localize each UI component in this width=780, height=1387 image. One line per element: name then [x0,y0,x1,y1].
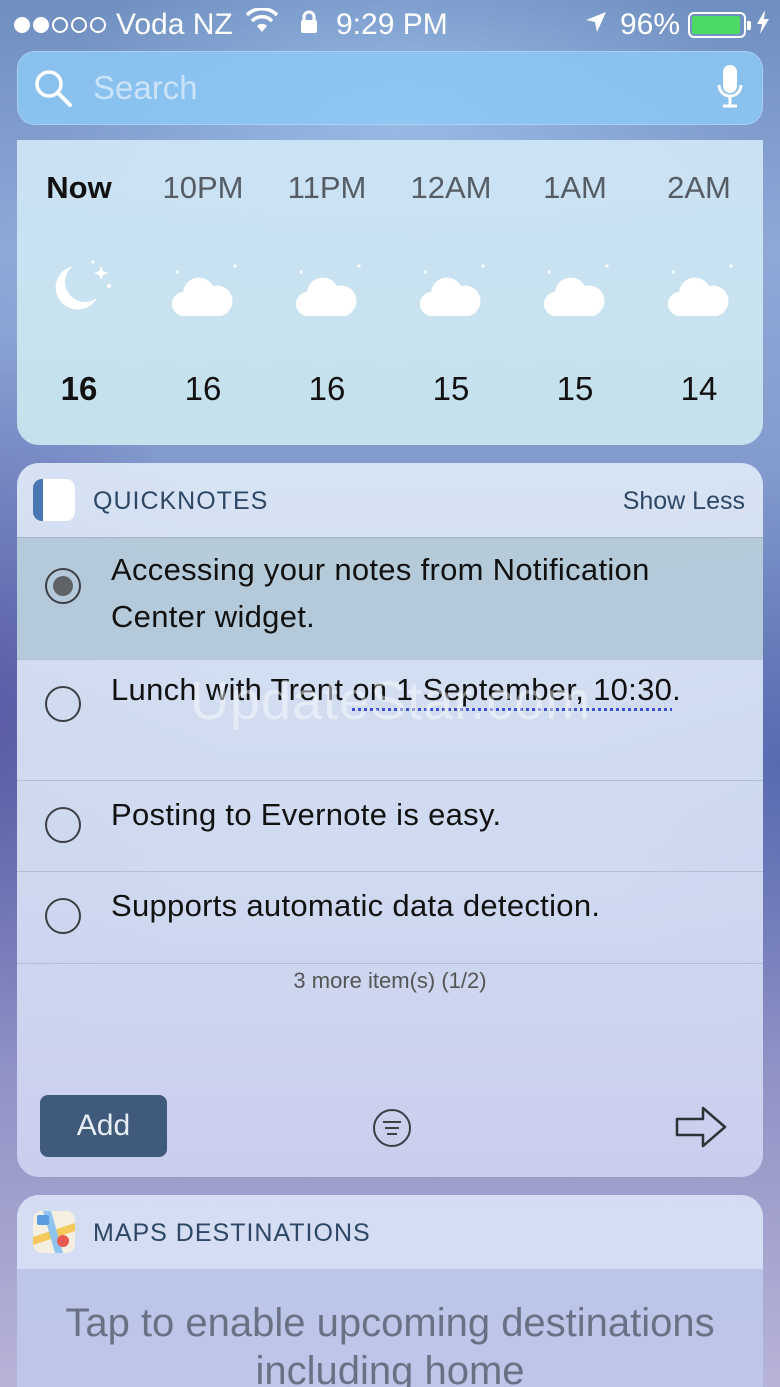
signal-strength-dots [14,17,106,33]
weather-hourly-widget[interactable]: Now 16 10PM 16 11PM 16 12AM 15 1AM 15 2A… [17,140,763,445]
quicknotes-title: QUICKNOTES [93,487,269,515]
lock-icon [300,8,318,42]
battery-icon [688,12,751,38]
maps-title: MAPS DESTINATIONS [93,1219,371,1247]
cloud-moon-icon [659,258,739,318]
charging-bolt-icon [756,8,770,42]
quicknotes-header: QUICKNOTES Show Less [17,463,763,537]
weather-hour-label: 12AM [410,170,492,205]
note-item[interactable]: Accessing your notes from Notification C… [17,537,763,659]
weather-hour-label: Now [46,170,112,205]
status-bar-left: Voda NZ [14,7,279,42]
weather-temperature: 15 [432,370,470,407]
quicknotes-widget: QUICKNOTES Show Less Accessing your note… [17,463,763,1177]
cloud-moon-icon [163,258,243,318]
note-radio[interactable] [45,686,81,722]
note-item[interactable]: Lunch with Trent on 1 September, 10:30. [17,659,763,780]
cloud-moon-icon [411,258,491,318]
location-arrow-icon [584,8,608,42]
maps-body[interactable]: Tap to enable upcoming destinations incl… [17,1269,763,1387]
search-icon [33,68,73,113]
battery-tip [747,21,751,30]
wifi-icon [245,7,279,42]
weather-hour-label: 2AM [667,170,731,205]
cloud-moon-icon [535,258,615,318]
weather-temperature: 16 [308,370,346,407]
list-menu-icon[interactable] [372,1108,412,1153]
note-item[interactable]: Supports automatic data detection. [17,871,763,963]
add-note-button[interactable]: Add [40,1095,167,1157]
search-input[interactable] [93,65,693,111]
weather-hour-label: 1AM [543,170,607,205]
note-radio-selected[interactable] [45,568,81,604]
weather-temperature: 16 [60,370,98,407]
weather-temperature: 14 [680,370,718,407]
more-items-indicator[interactable]: 3 more item(s) (1/2) [17,963,763,994]
weather-temperature: 16 [184,370,222,407]
microphone-icon[interactable] [717,65,743,116]
battery-level [692,16,740,34]
note-text: Accessing your notes from Notification C… [111,552,650,634]
signal-dot [14,17,30,33]
maps-header: MAPS DESTINATIONS [17,1195,763,1269]
note-text: Posting to Evernote is easy. [111,797,502,832]
battery-percentage: 96% [619,8,680,41]
note-radio[interactable] [45,898,81,934]
note-text: Supports automatic data detection. [111,888,601,923]
note-text-end: . [672,672,682,707]
note-item[interactable]: Posting to Evernote is easy. [17,780,763,871]
moon-stars-icon [39,258,119,318]
maps-destinations-widget[interactable]: MAPS DESTINATIONS Tap to enable upcoming… [17,1195,763,1387]
note-text: Lunch with Trent on 1 September, 10:30. [111,666,743,713]
weather-hour-label: 11PM [287,170,367,205]
status-bar: Voda NZ 9:29 PM 96% [0,0,780,50]
signal-dot [71,17,87,33]
carrier-name: Voda NZ [116,8,233,41]
weather-temperature: 15 [556,370,594,407]
note-radio[interactable] [45,807,81,843]
signal-dot [90,17,106,33]
signal-dot [33,17,49,33]
signal-dot [52,17,68,33]
status-bar-right: 96% [584,8,770,42]
note-text-plain: Lunch with Trent [111,672,353,707]
maps-enable-prompt[interactable]: Tap to enable upcoming destinations incl… [57,1299,723,1387]
cloud-moon-icon [287,258,367,318]
search-bar[interactable] [17,51,763,125]
weather-hour-label: 10PM [162,170,244,205]
show-less-button[interactable]: Show Less [623,487,745,516]
note-date-link[interactable]: on 1 September, 10:30 [352,672,672,707]
quicknotes-app-icon [33,479,75,521]
maps-app-icon [33,1211,75,1253]
open-app-arrow-icon[interactable] [675,1105,727,1154]
clock: 9:29 PM [336,8,448,41]
status-bar-center: 9:29 PM [300,8,448,42]
